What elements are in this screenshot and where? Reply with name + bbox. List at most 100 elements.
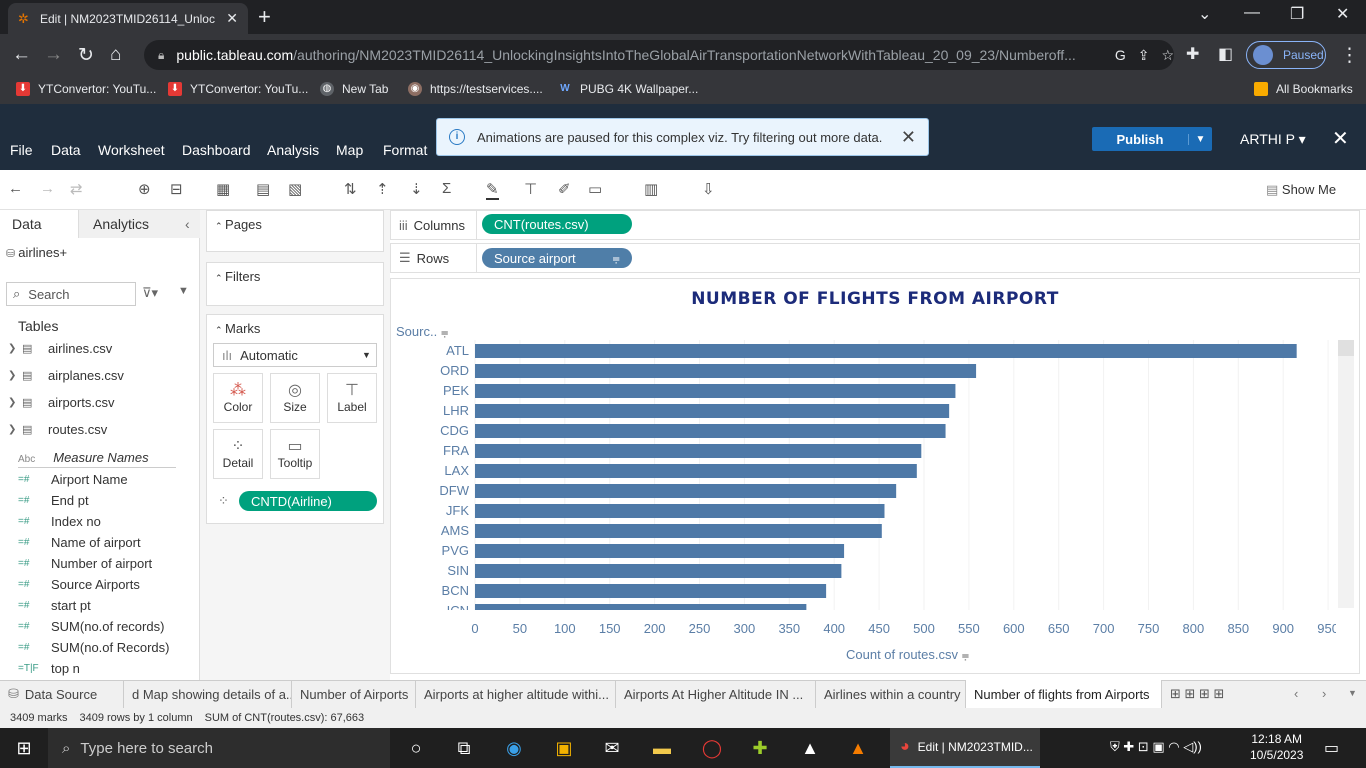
- bar-BCN[interactable]: [475, 584, 827, 598]
- google-icon[interactable]: G: [1115, 47, 1126, 63]
- tooltip-button[interactable]: ▭ Tooltip: [270, 429, 320, 479]
- pause-updates-icon[interactable]: ⊟: [170, 180, 183, 198]
- taskbar-chrome-item[interactable]: ◕ Edit | NM2023TMID...: [890, 728, 1040, 768]
- search-input[interactable]: ⌕ Search: [6, 282, 136, 306]
- lock-icon[interactable]: 🔒︎: [158, 48, 164, 63]
- chevron-down-icon[interactable]: ▼: [1348, 688, 1357, 698]
- scroll-right-icon[interactable]: ›: [1322, 686, 1326, 701]
- sheet-tab-active[interactable]: Number of flights from Airports: [966, 680, 1162, 708]
- bookmark-star-icon[interactable]: ☆: [1161, 47, 1174, 64]
- close-icon[interactable]: ✕: [901, 127, 916, 148]
- bar-ATL[interactable]: [475, 344, 1297, 358]
- field-item[interactable]: =# Airport Name: [18, 472, 128, 487]
- collapse-icon[interactable]: ⌃: [215, 273, 225, 283]
- field-item[interactable]: =T|F top n: [18, 661, 80, 676]
- new-tab-icon[interactable]: +: [258, 4, 271, 30]
- bar-DFW[interactable]: [475, 484, 897, 498]
- bookmark-item[interactable]: ◍ New Tab: [320, 82, 388, 96]
- chevron-right-icon[interactable]: ❯: [8, 370, 22, 381]
- duplicate-icon[interactable]: ▤: [256, 180, 270, 198]
- table-item[interactable]: ❯ ▤ routes.csv: [8, 422, 107, 437]
- bar-JFK[interactable]: [475, 504, 885, 518]
- y-axis-header[interactable]: Sourc.. ⩦: [396, 324, 448, 340]
- bar-FRA[interactable]: [475, 444, 922, 458]
- edge-icon[interactable]: ◉: [502, 736, 526, 760]
- datasource[interactable]: ⛁ airlines+: [6, 245, 67, 260]
- redo-icon[interactable]: →: [40, 180, 55, 197]
- table-item[interactable]: ❯ ▤ airports.csv: [8, 395, 114, 410]
- rows-pill[interactable]: Source airport ⩦: [482, 248, 632, 268]
- color-button[interactable]: ⁂ Color: [213, 373, 263, 423]
- bookmark-item[interactable]: W PUBG 4K Wallpaper...: [558, 82, 698, 96]
- detail-button[interactable]: ⁘ Detail: [213, 429, 263, 479]
- show-cards-icon[interactable]: ▥: [644, 180, 658, 198]
- back-icon[interactable]: ←: [12, 44, 31, 66]
- vlc-icon[interactable]: ▲: [846, 736, 870, 760]
- store-icon[interactable]: ▣: [552, 736, 576, 760]
- measure-names-field[interactable]: Abc Measure Names: [18, 450, 149, 465]
- user-menu[interactable]: ARTHI P ▾: [1240, 131, 1306, 148]
- pages-card[interactable]: ⌃ Pages: [206, 210, 384, 252]
- tray-icons[interactable]: ⛨ ✚ ⊡ ▣ ◠ ◁)): [1110, 739, 1202, 755]
- sort-asc-icon[interactable]: ⇡: [376, 180, 389, 198]
- address-bar[interactable]: 🔒︎ public.tableau.com /authoring/NM2023T…: [144, 40, 1174, 70]
- menu-dashboard[interactable]: Dashboard: [182, 142, 251, 158]
- present-icon[interactable]: ⇩: [702, 180, 715, 198]
- chevron-down-icon[interactable]: ▼: [178, 285, 189, 297]
- profile-button[interactable]: Paused: [1246, 41, 1326, 69]
- fit-icon[interactable]: ▭: [588, 180, 602, 198]
- label-button[interactable]: ⊤ Label: [327, 373, 377, 423]
- field-item[interactable]: =# Index no: [18, 514, 101, 529]
- collapse-icon[interactable]: ⌃: [215, 221, 225, 231]
- tab-data[interactable]: Data: [0, 210, 78, 238]
- all-bookmarks[interactable]: All Bookmarks: [1254, 82, 1353, 96]
- tab-icons[interactable]: ⊞ ⊞ ⊞ ⊞: [1170, 686, 1224, 702]
- clear-sheet-icon[interactable]: ▧: [288, 180, 302, 198]
- close-window-icon[interactable]: ✕: [1336, 4, 1349, 24]
- viz-scrollbar[interactable]: [1338, 340, 1354, 608]
- chevron-right-icon[interactable]: ❯: [8, 424, 22, 435]
- new-datasource-icon[interactable]: ⊕: [138, 180, 151, 198]
- sort-desc-icon[interactable]: ⇣: [410, 180, 423, 198]
- undo-icon[interactable]: ←: [8, 180, 23, 197]
- task-view-icon[interactable]: ⧉: [452, 736, 476, 760]
- chrome-menu-icon[interactable]: ⋮: [1340, 44, 1359, 67]
- reload-icon[interactable]: ↻: [78, 44, 94, 67]
- sheet-tab[interactable]: Number of Airports: [292, 680, 416, 708]
- highlight-icon[interactable]: ✎: [486, 180, 499, 200]
- mark-type-select[interactable]: ılı Automatic ▼: [213, 343, 377, 367]
- chevron-down-icon[interactable]: ▼: [1188, 133, 1212, 145]
- new-worksheet-icon[interactable]: ▦: [216, 180, 230, 198]
- sort-icon[interactable]: ⩦: [612, 250, 620, 266]
- sheet-tab[interactable]: d Map showing details of a...: [124, 680, 292, 708]
- field-item[interactable]: =# Name of airport: [18, 535, 141, 550]
- publish-button[interactable]: Publish ▼: [1092, 127, 1212, 151]
- bar-LAX[interactable]: [475, 464, 917, 478]
- restore-icon[interactable]: ❐: [1290, 4, 1304, 24]
- bar-SIN[interactable]: [475, 564, 842, 578]
- sheet-tab[interactable]: Airlines within a country: [816, 680, 966, 708]
- photos-icon[interactable]: ▲: [798, 736, 822, 760]
- tab-search-icon[interactable]: ⌄: [1198, 4, 1211, 24]
- filter-icon[interactable]: ⊽▾: [142, 285, 158, 301]
- tab-analytics[interactable]: Analytics ‹: [78, 210, 200, 238]
- bar-LHR[interactable]: [475, 404, 950, 418]
- scroll-left-icon[interactable]: ‹: [1294, 686, 1298, 701]
- totals-icon[interactable]: Σ: [442, 180, 451, 197]
- menu-format[interactable]: Format: [383, 142, 427, 158]
- bar-ICN[interactable]: [475, 604, 807, 610]
- minimize-icon[interactable]: —: [1244, 4, 1260, 22]
- sort-icon[interactable]: ⩦: [441, 324, 449, 339]
- field-item[interactable]: =# End pt: [18, 493, 89, 508]
- forward-icon[interactable]: →: [44, 44, 63, 66]
- extensions-icon[interactable]: ✚: [1186, 44, 1199, 64]
- bar-PEK[interactable]: [475, 384, 956, 398]
- chevron-right-icon[interactable]: ❯: [8, 343, 22, 354]
- field-item[interactable]: =# SUM(no.of Records): [18, 640, 169, 655]
- scrollbar-thumb[interactable]: [1338, 340, 1354, 356]
- show-me-button[interactable]: ▤ Show Me: [1266, 182, 1336, 198]
- columns-pill[interactable]: CNT(routes.csv): [482, 214, 632, 234]
- taskbar-search[interactable]: ⌕ Type here to search: [48, 728, 390, 768]
- collapse-icon[interactable]: ⌃: [215, 325, 225, 335]
- chevron-right-icon[interactable]: ❯: [8, 397, 22, 408]
